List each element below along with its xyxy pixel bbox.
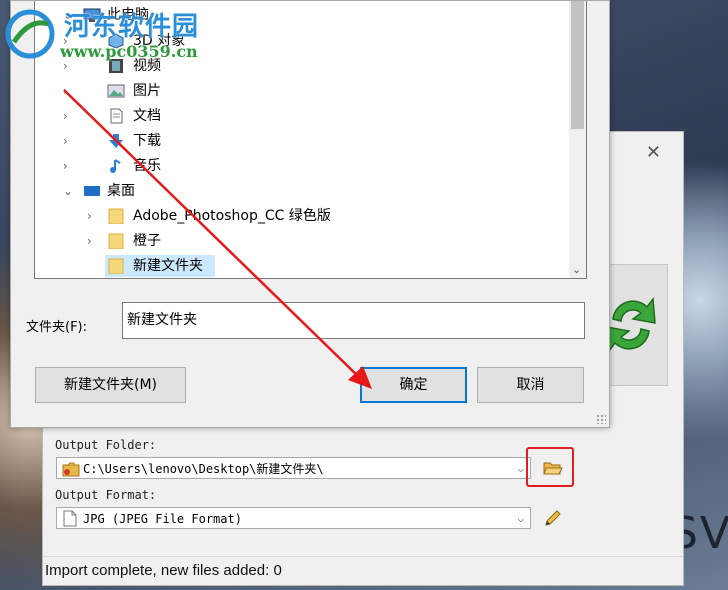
- folder-tree[interactable]: ⌄ 此电脑 › 3D 对象 › 视频 › 图片 › 文档 › 下载 › 音乐 ⌄…: [34, 1, 587, 279]
- chevron-right-icon[interactable]: ›: [87, 204, 99, 228]
- tree-scrollbar[interactable]: ⌄: [569, 1, 586, 278]
- chevron-right-icon[interactable]: ›: [63, 154, 75, 178]
- status-bar: Import complete, new files added: 0: [43, 556, 683, 585]
- folder-icon: [108, 208, 124, 224]
- folder-icon: [108, 258, 124, 274]
- output-folder-label: Output Folder:: [55, 438, 157, 452]
- desktop-icon: [84, 186, 100, 196]
- folder-red-icon: [62, 462, 80, 477]
- resize-grip[interactable]: [596, 414, 606, 424]
- chevron-down-icon: ⌵: [517, 462, 524, 475]
- chevron-down-icon[interactable]: ⌄: [63, 179, 75, 203]
- refresh-icon: [606, 296, 656, 354]
- chevron-right-icon[interactable]: ›: [63, 129, 75, 153]
- status-text: Import complete, new files added: 0: [45, 562, 282, 579]
- file-icon: [63, 510, 77, 527]
- chevron-right-icon[interactable]: ›: [63, 29, 75, 53]
- folder-field-label: 文件夹(F):: [26, 320, 88, 335]
- chevron-down-icon: ⌵: [517, 512, 524, 525]
- chevron-right-icon[interactable]: ›: [63, 79, 75, 103]
- music-icon: [110, 159, 121, 173]
- download-icon: [109, 134, 123, 148]
- computer-icon: [83, 8, 101, 22]
- output-format-value: JPG (JPEG File Format): [83, 512, 242, 526]
- pictures-icon: [107, 84, 125, 98]
- output-folder-select[interactable]: C:\Users\lenovo\Desktop\新建文件夹\ ⌵: [56, 457, 531, 479]
- edit-format-button[interactable]: [540, 506, 566, 530]
- new-folder-button[interactable]: 新建文件夹(M): [35, 367, 186, 403]
- folder-name-input[interactable]: 新建文件夹: [122, 302, 585, 339]
- close-icon[interactable]: ✕: [646, 142, 661, 163]
- scrollbar-thumb[interactable]: [571, 1, 584, 129]
- chevron-down-icon[interactable]: ⌄: [63, 3, 75, 27]
- cancel-button[interactable]: 取消: [477, 367, 584, 403]
- output-format-label: Output Format:: [55, 488, 157, 502]
- chevron-down-icon[interactable]: ⌄: [572, 263, 581, 276]
- browse-folder-dialog: ⌄ 此电脑 › 3D 对象 › 视频 › 图片 › 文档 › 下载 › 音乐 ⌄…: [10, 0, 610, 428]
- folder-icon: [108, 233, 124, 249]
- ok-button[interactable]: 确定: [360, 367, 467, 403]
- output-folder-value: C:\Users\lenovo\Desktop\新建文件夹\: [83, 462, 324, 476]
- output-format-select[interactable]: JPG (JPEG File Format) ⌵: [56, 507, 531, 529]
- video-icon: [109, 59, 123, 73]
- 3d-objects-icon: [108, 33, 124, 49]
- chevron-right-icon[interactable]: ›: [87, 229, 99, 253]
- chevron-right-icon[interactable]: ›: [63, 104, 75, 128]
- highlight-box: [526, 447, 574, 487]
- chevron-right-icon[interactable]: ›: [63, 54, 75, 78]
- documents-icon: [110, 108, 123, 124]
- pencil-icon: [545, 510, 561, 526]
